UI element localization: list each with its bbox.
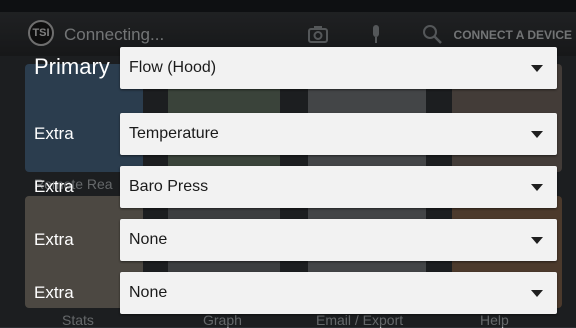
chevron-down-icon (531, 131, 543, 138)
extra-parameter-value-1: Temperature (129, 125, 219, 142)
extra-label-1: Extra (34, 124, 74, 143)
chevron-down-icon (531, 290, 543, 297)
extra-parameter-select-2[interactable]: Baro Press (120, 166, 557, 208)
chevron-down-icon (531, 65, 543, 72)
extra-label-4: Extra (34, 283, 74, 302)
primary-label: Primary (34, 54, 110, 79)
extra-parameter-select-4[interactable]: None (120, 272, 557, 314)
extra-parameter-select-1[interactable]: Temperature (120, 113, 557, 155)
status-bar (0, 0, 576, 12)
extra-parameter-value-3: None (129, 231, 168, 248)
chevron-down-icon (531, 237, 543, 244)
extra-label-2: Extra (34, 177, 74, 196)
primary-parameter-select[interactable]: Flow (Hood) (120, 47, 557, 89)
extra-parameter-value-4: None (129, 284, 168, 301)
extra-parameter-value-2: Baro Press (129, 178, 209, 195)
extra-parameter-select-3[interactable]: None (120, 219, 557, 261)
extra-label-3: Extra (34, 230, 74, 249)
chevron-down-icon (531, 184, 543, 191)
primary-parameter-value: Flow (Hood) (129, 59, 217, 76)
